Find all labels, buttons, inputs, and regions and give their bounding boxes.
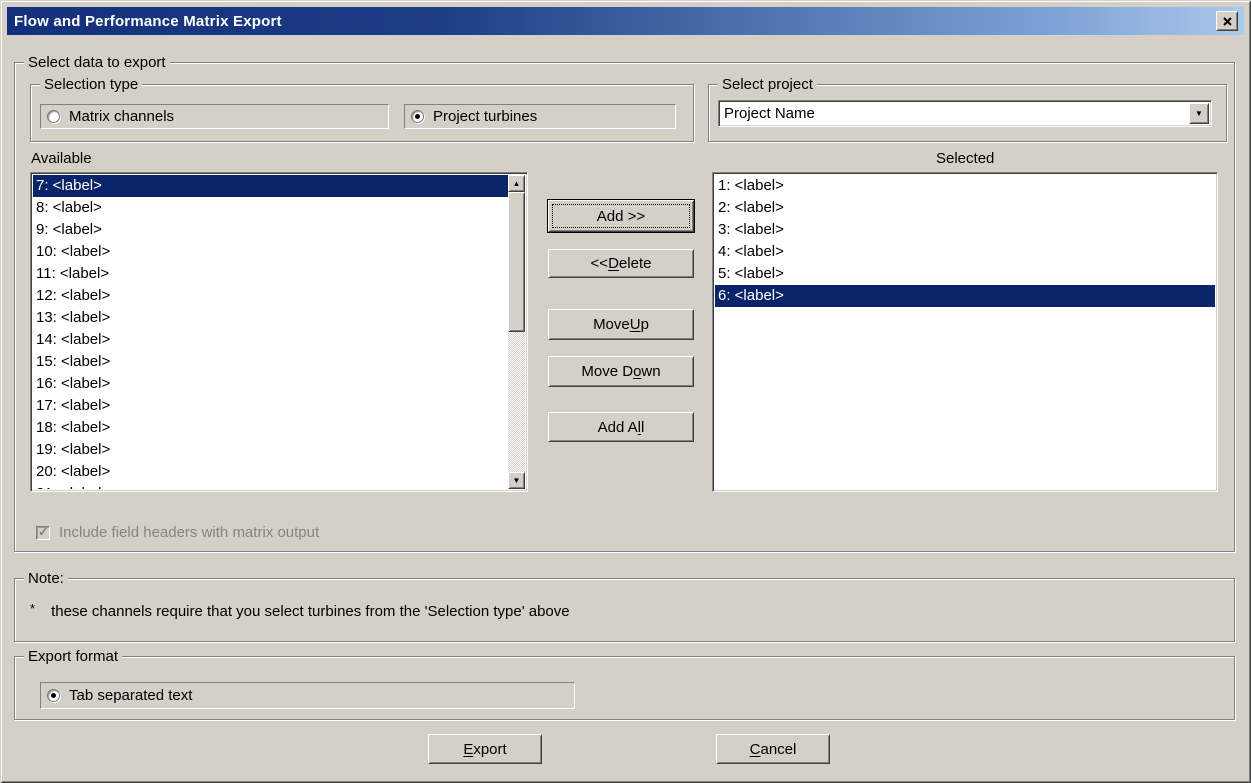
project-select-combobox[interactable]: Project Name ▼ (718, 100, 1212, 127)
chevron-down-icon: ▼ (1195, 110, 1203, 118)
scroll-down-icon: ▼ (513, 477, 521, 485)
list-item-label: 2: <label> (718, 199, 784, 216)
note-text: these channels require that you select t… (51, 603, 570, 620)
radio-option-matrix-channels[interactable]: Matrix channels (40, 104, 389, 129)
select-project-group-label: Select project (718, 76, 817, 93)
list-item[interactable]: 11: <label> (33, 263, 508, 285)
selection-type-group-label: Selection type (40, 76, 142, 93)
close-button[interactable] (1216, 11, 1238, 31)
list-item[interactable]: 16: <label> (33, 373, 508, 395)
list-item-label: 1: <label> (718, 177, 784, 194)
delete-button[interactable]: << Delete (548, 249, 694, 278)
selected-listbox: 1: <label> 2: <label> 3: <label> 4: <lab… (712, 172, 1218, 492)
scroll-up-button[interactable]: ▲ (508, 175, 525, 192)
list-item-label: 8: <label> (36, 199, 102, 216)
list-item-label: 14: <label> (36, 331, 110, 348)
list-item[interactable]: 19: <label> (33, 439, 508, 461)
list-item[interactable]: 2: <label> (715, 197, 1215, 219)
list-item[interactable]: 15: <label> (33, 351, 508, 373)
available-scrollbar[interactable]: ▲ ▼ (508, 175, 525, 489)
available-list-items: 7: <label> 8: <label> 9: <label> 10: <la… (33, 175, 508, 489)
list-item[interactable]: 4: <label> (715, 241, 1215, 263)
close-icon (1223, 17, 1232, 26)
list-item-label: 18: <label> (36, 419, 110, 436)
matrix-channels-label: Matrix channels (69, 108, 174, 125)
list-item[interactable]: 5: <label> (715, 263, 1215, 285)
radio-option-project-turbines[interactable]: Project turbines (404, 104, 676, 129)
include-headers-label: Include field headers with matrix output (59, 524, 319, 541)
radio-icon[interactable] (411, 110, 424, 123)
add-button-label: Add >> (597, 208, 645, 225)
list-item[interactable]: 8: <label> (33, 197, 508, 219)
list-item-label: 19: <label> (36, 441, 110, 458)
title-bar[interactable]: Flow and Performance Matrix Export (7, 7, 1244, 35)
combobox-value: Project Name (724, 104, 815, 124)
list-item-label: 20: <label> (36, 463, 110, 480)
tab-separated-label: Tab separated text (69, 687, 192, 704)
list-item-label: 6: <label> (718, 287, 784, 304)
selected-list-items: 1: <label> 2: <label> 3: <label> 4: <lab… (715, 175, 1215, 489)
add-all-button[interactable]: Add All (548, 412, 694, 442)
list-item[interactable]: 13: <label> (33, 307, 508, 329)
list-item[interactable]: 10: <label> (33, 241, 508, 263)
list-item[interactable]: 17: <label> (33, 395, 508, 417)
list-item-label: 7: <label> (36, 177, 102, 194)
list-item-label: 11: <label> (36, 265, 109, 282)
list-item-label: 16: <label> (36, 375, 110, 392)
list-item[interactable]: 18: <label> (33, 417, 508, 439)
checkbox-icon[interactable] (36, 526, 50, 540)
note-text-line: * these channels require that you select … (30, 601, 570, 620)
scroll-down-button[interactable]: ▼ (508, 472, 525, 489)
list-item[interactable]: 9: <label> (33, 219, 508, 241)
list-item[interactable]: 1: <label> (715, 175, 1215, 197)
list-item-label: 9: <label> (36, 221, 102, 238)
combobox-dropdown-button[interactable]: ▼ (1189, 103, 1209, 124)
include-headers-option[interactable]: Include field headers with matrix output (36, 524, 319, 541)
asterisk-marker: * (30, 601, 35, 616)
export-format-group-label: Export format (24, 648, 122, 665)
dialog-title: Flow and Performance Matrix Export (7, 13, 282, 30)
available-listbox: 7: <label> 8: <label> 9: <label> 10: <la… (30, 172, 528, 492)
list-item-label: 10: <label> (36, 243, 110, 260)
list-item[interactable]: 21: <label> (33, 483, 508, 489)
list-item[interactable]: 14: <label> (33, 329, 508, 351)
list-item-label: 3: <label> (718, 221, 784, 238)
add-button[interactable]: Add >> (548, 200, 694, 232)
cancel-button[interactable]: Cancel (716, 734, 830, 764)
list-item-label: 17: <label> (36, 397, 110, 414)
list-item[interactable]: 20: <label> (33, 461, 508, 483)
note-group-label: Note: (24, 570, 68, 587)
list-item[interactable]: 7: <label> (33, 175, 508, 197)
select-data-group-label: Select data to export (24, 54, 170, 71)
selected-label: Selected (936, 150, 994, 167)
list-item-label: 5: <label> (718, 265, 784, 282)
scrollbar-thumb[interactable] (508, 192, 525, 332)
radio-icon[interactable] (47, 110, 60, 123)
move-up-button[interactable]: Move Up (548, 309, 694, 340)
scroll-up-icon: ▲ (513, 180, 521, 188)
list-item-label: 21: <label> (36, 485, 110, 489)
list-item-label: 15: <label> (36, 353, 110, 370)
move-down-button[interactable]: Move Down (548, 356, 694, 387)
list-item-label: 13: <label> (36, 309, 110, 326)
export-dialog: Flow and Performance Matrix Export Selec… (0, 0, 1251, 783)
available-label: Available (31, 150, 92, 167)
radio-icon[interactable] (47, 689, 60, 702)
list-item-label: 12: <label> (36, 287, 110, 304)
project-turbines-label: Project turbines (433, 108, 537, 125)
radio-option-tab-separated[interactable]: Tab separated text (40, 682, 575, 709)
list-item[interactable]: 6: <label> (715, 285, 1215, 307)
list-item[interactable]: 12: <label> (33, 285, 508, 307)
export-button[interactable]: Export (428, 734, 542, 764)
list-item[interactable]: 3: <label> (715, 219, 1215, 241)
list-item-label: 4: <label> (718, 243, 784, 260)
